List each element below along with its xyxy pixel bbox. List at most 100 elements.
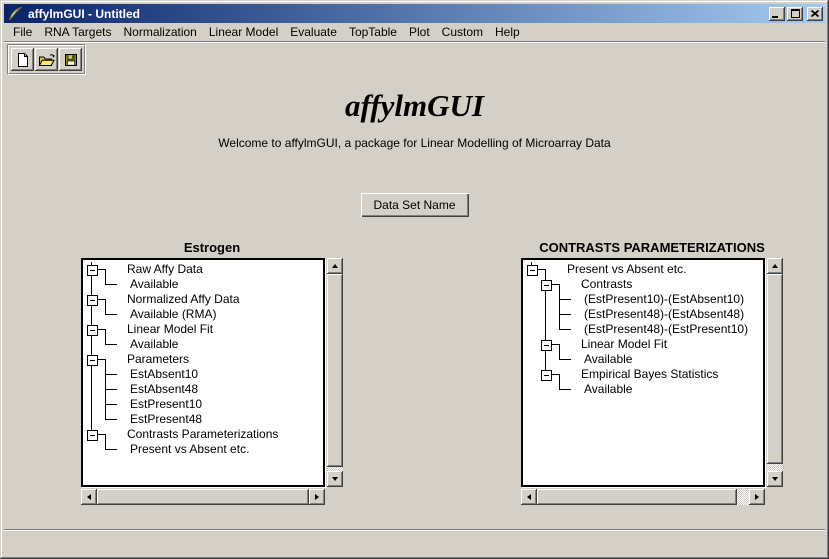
tree-item-label[interactable]: Available [130,337,178,352]
contrasts-tree-view[interactable]: Present vs Absent etc.Contrasts(EstPrese… [521,258,765,487]
contrasts-tree-title: CONTRASTS PARAMETERIZATIONS [521,240,783,256]
app-window: affylmGUI - Untitled FileRNA TargetsNorm… [0,0,829,559]
tree-connector [552,382,566,397]
tree-item-label[interactable]: Available [130,277,178,292]
scroll-track[interactable] [327,274,343,471]
tree-connector [552,367,566,382]
titlebar[interactable]: affylmGUI - Untitled [4,4,825,23]
scroll-up-button[interactable] [327,258,343,274]
tree-connector [98,352,112,367]
tree-connector [84,277,98,292]
tree-row: Available [84,337,323,352]
contrasts-vertical-scrollbar[interactable] [767,258,783,487]
scroll-right-button[interactable] [309,489,325,505]
tree-row: Linear Model Fit [524,337,763,352]
tree-row: (EstPresent10)-(EstAbsent10) [524,292,763,307]
tree-item-label[interactable]: Available [584,352,632,367]
save-file-button[interactable] [59,48,82,71]
scroll-down-button[interactable] [767,471,783,487]
tree-item-label[interactable]: EstAbsent10 [130,367,198,382]
expander-minus-icon[interactable] [524,262,538,277]
scroll-track[interactable] [97,489,309,505]
tree-item-label[interactable]: Linear Model Fit [127,322,213,337]
tree-item-label[interactable]: Raw Affy Data [127,262,203,277]
expander-minus-icon[interactable] [84,322,98,337]
expander-minus-icon[interactable] [84,352,98,367]
scroll-up-button[interactable] [767,258,783,274]
arrow-right-icon [315,494,319,500]
expander-minus-icon[interactable] [538,277,552,292]
tree-row: EstPresent10 [84,397,323,412]
menu-custom[interactable]: Custom [436,24,489,40]
menu-linear-model[interactable]: Linear Model [203,24,284,40]
tree-item-label[interactable]: Empirical Bayes Statistics [581,367,718,382]
tree-connector [98,337,112,352]
tree-item-label[interactable]: EstPresent48 [130,412,202,427]
menu-help[interactable]: Help [489,24,526,40]
tree-item-label[interactable]: Contrasts Parameterizations [127,427,278,442]
tree-connector [98,397,112,412]
scroll-track[interactable] [767,274,783,471]
expander-minus-icon[interactable] [84,427,98,442]
new-file-button[interactable] [11,48,34,71]
toolbar-frame [7,44,86,75]
tree-row: Linear Model Fit [84,322,323,337]
expander-minus-icon[interactable] [84,292,98,307]
estrogen-tree-view[interactable]: Raw Affy DataAvailableNormalized Affy Da… [81,258,325,487]
scroll-thumb[interactable] [327,274,343,467]
close-button[interactable] [807,7,823,21]
menu-file[interactable]: File [7,24,38,40]
tree-item-label[interactable]: Available [584,382,632,397]
tree-item-label[interactable]: Contrasts [581,277,632,292]
tree-row: Parameters [84,352,323,367]
tree-connector [524,367,538,382]
scroll-left-button[interactable] [521,489,537,505]
tree-item-label[interactable]: Available (RMA) [130,307,216,322]
tree-item-label[interactable]: (EstPresent48)-(EstAbsent48) [584,307,744,322]
tree-item-label[interactable]: EstPresent10 [130,397,202,412]
tree-item-label[interactable]: Parameters [127,352,189,367]
tree-row: Normalized Affy Data [84,292,323,307]
minimize-button[interactable] [769,7,785,21]
tree-item-label[interactable]: Present vs Absent etc. [130,442,249,457]
estrogen-horizontal-scrollbar[interactable] [81,489,325,505]
tree-item-label[interactable]: (EstPresent48)-(EstPresent10) [584,322,748,337]
tree-connector [524,382,538,397]
scroll-thumb[interactable] [537,489,737,505]
maximize-button[interactable] [787,7,803,21]
scroll-right-button[interactable] [749,489,765,505]
tree-connector [524,277,538,292]
scroll-left-button[interactable] [81,489,97,505]
arrow-up-icon [772,264,778,268]
expander-minus-icon[interactable] [538,337,552,352]
menu-evaluate[interactable]: Evaluate [284,24,343,40]
menu-plot[interactable]: Plot [403,24,436,40]
tree-row: Available [524,352,763,367]
tree-connector [538,262,552,277]
tree-row: Raw Affy Data [84,262,323,277]
expander-minus-icon[interactable] [538,367,552,382]
tree-row: Contrasts Parameterizations [84,427,323,442]
arrow-left-icon [87,494,91,500]
welcome-text: Welcome to affylmGUI, a package for Line… [4,136,825,150]
open-file-button[interactable] [35,48,58,71]
tree-connector [524,337,538,352]
scroll-thumb[interactable] [97,489,309,505]
contrasts-horizontal-scrollbar[interactable] [521,489,765,505]
menu-toptable[interactable]: TopTable [343,24,403,40]
new-file-icon [15,52,31,68]
tree-item-label[interactable]: Present vs Absent etc. [567,262,686,277]
tree-connector [538,307,552,322]
scroll-track[interactable] [537,489,749,505]
expander-minus-icon[interactable] [84,262,98,277]
scroll-down-button[interactable] [327,471,343,487]
tree-item-label[interactable]: (EstPresent10)-(EstAbsent10) [584,292,744,307]
tree-item-label[interactable]: Normalized Affy Data [127,292,240,307]
scroll-thumb[interactable] [767,274,783,464]
menu-rna-targets[interactable]: RNA Targets [38,24,117,40]
tree-item-label[interactable]: Linear Model Fit [581,337,667,352]
estrogen-vertical-scrollbar[interactable] [327,258,343,487]
tree-item-label[interactable]: EstAbsent48 [130,382,198,397]
menu-normalization[interactable]: Normalization [118,24,203,40]
data-set-name-button[interactable]: Data Set Name [360,193,468,217]
